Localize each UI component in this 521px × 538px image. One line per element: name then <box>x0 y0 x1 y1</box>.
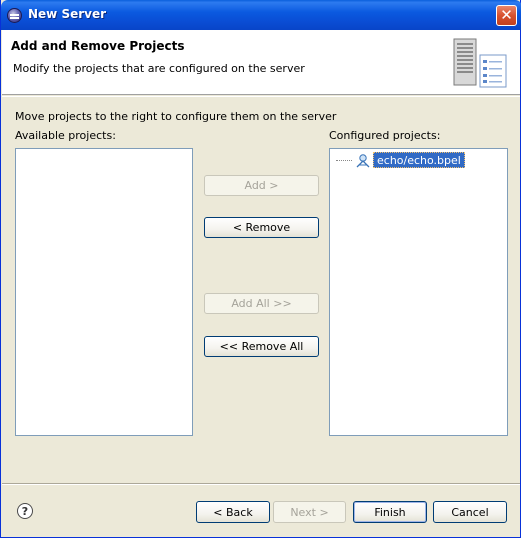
new-server-dialog: New Server ✕ Add and Remove Projects Mod… <box>0 0 521 538</box>
server-wizard-icon <box>453 38 507 88</box>
cancel-button[interactable]: Cancel <box>433 501 507 523</box>
wizard-header: Add and Remove Projects Modify the proje… <box>2 30 520 95</box>
add-all-button[interactable]: Add All >> <box>204 293 319 314</box>
bpel-process-icon <box>356 154 370 168</box>
help-icon[interactable]: ? <box>17 503 33 519</box>
page-description: Modify the projects that are configured … <box>13 62 305 75</box>
remove-all-button[interactable]: << Remove All <box>204 336 319 357</box>
title-bar[interactable]: New Server ✕ <box>1 0 521 30</box>
header-divider <box>2 96 520 97</box>
instruction-text: Move projects to the right to configure … <box>15 110 337 123</box>
configured-projects-list[interactable]: echo/echo.bpel <box>329 148 508 436</box>
back-button[interactable]: < Back <box>196 501 270 523</box>
next-button[interactable]: Next > <box>273 501 346 523</box>
available-projects-list[interactable] <box>15 148 193 436</box>
footer-divider <box>2 483 520 485</box>
eclipse-icon <box>7 8 22 23</box>
available-projects-label: Available projects: <box>15 129 116 142</box>
window-title: New Server <box>28 7 107 21</box>
page-title: Add and Remove Projects <box>11 39 185 53</box>
tree-connector <box>336 160 352 161</box>
configured-projects-label: Configured projects: <box>329 129 441 142</box>
finish-button[interactable]: Finish <box>353 501 427 523</box>
tree-item-label: echo/echo.bpel <box>373 152 465 168</box>
remove-button[interactable]: < Remove <box>204 217 319 238</box>
close-button[interactable]: ✕ <box>496 5 517 26</box>
add-button[interactable]: Add > <box>204 175 319 196</box>
close-icon: ✕ <box>500 6 513 24</box>
